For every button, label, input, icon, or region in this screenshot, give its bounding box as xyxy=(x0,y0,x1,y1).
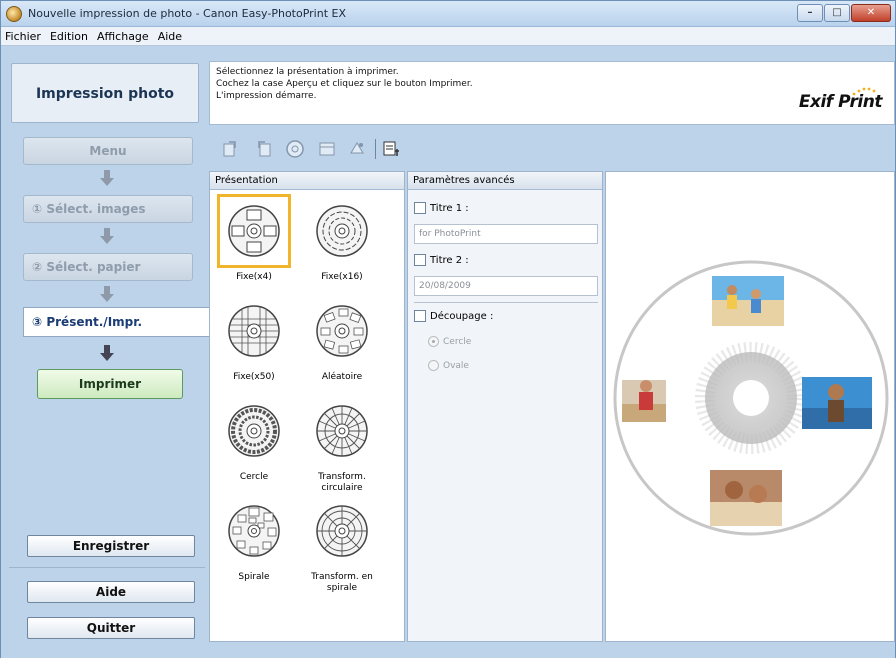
close-icon: ✕ xyxy=(866,7,876,18)
layout-fixed-x4[interactable]: Fixe(x4) xyxy=(214,194,294,294)
window-title: Nouvelle impression de photo - Canon Eas… xyxy=(28,7,347,20)
sidebar-divider xyxy=(9,567,205,568)
app-icon xyxy=(6,6,22,22)
crop-option-label: Ovale xyxy=(443,360,469,371)
layout-circular-transform-icon xyxy=(316,405,368,457)
layout-fixed-x16[interactable]: Fixe(x16) xyxy=(302,194,382,294)
instructions-panel: Sélectionnez la présentation à imprimer.… xyxy=(209,61,895,125)
layout-spiral-transform-icon xyxy=(316,505,368,557)
layout-fixed-x16-icon xyxy=(316,205,368,257)
quit-button[interactable]: Quitter xyxy=(27,617,195,639)
save-button[interactable]: Enregistrer xyxy=(27,535,195,557)
layout-fixed-x50[interactable]: Fixe(x50) xyxy=(214,294,294,394)
star-effect-icon[interactable] xyxy=(347,139,367,159)
layout-fixed-x50-icon xyxy=(228,305,280,357)
title-bar: Nouvelle impression de photo - Canon Eas… xyxy=(1,1,895,27)
advanced-settings-panel: Paramètres avancés Titre 1 : for PhotoPr… xyxy=(407,171,603,642)
menu-edition[interactable]: Edition xyxy=(50,30,88,43)
disc-preview xyxy=(613,260,889,536)
arrow-down-icon xyxy=(100,345,114,361)
crop-checkbox[interactable] xyxy=(414,310,426,322)
instruction-line: Sélectionnez la présentation à imprimer. xyxy=(216,67,399,77)
crop-option-label: Cercle xyxy=(443,336,472,347)
title1-label: Titre 1 : xyxy=(430,202,469,214)
layout-label: Transform. circulaire xyxy=(318,472,366,493)
layout-fixed-x4-icon xyxy=(228,205,280,257)
rotate-left-icon[interactable] xyxy=(221,139,241,159)
layout-label: Fixe(x50) xyxy=(233,372,275,382)
arrow-down-icon xyxy=(100,286,114,302)
sidebar: Impression photo Menu ① Sélect. images ②… xyxy=(5,49,209,652)
title2-label: Titre 2 : xyxy=(430,254,469,266)
toolbar-divider xyxy=(375,139,376,159)
layout-circular-transform[interactable]: Transform. circulaire xyxy=(302,394,382,494)
main-area: Sélectionnez la présentation à imprimer.… xyxy=(209,61,895,652)
minimize-icon: – xyxy=(807,7,813,18)
photo-right xyxy=(802,377,872,429)
menu-aide[interactable]: Aide xyxy=(158,30,182,43)
close-button[interactable]: ✕ xyxy=(851,4,891,22)
layout-random[interactable]: Aléatoire xyxy=(302,294,382,394)
rotate-right-icon[interactable] xyxy=(253,139,273,159)
app-window: Nouvelle impression de photo - Canon Eas… xyxy=(0,0,896,658)
layout-circle-icon xyxy=(228,405,280,457)
arrow-down-icon xyxy=(100,170,114,186)
crop-label: Découpage : xyxy=(430,310,494,322)
layout-label: Fixe(x16) xyxy=(321,272,363,282)
maximize-icon: □ xyxy=(832,7,842,18)
layout-spiral[interactable]: Spirale xyxy=(214,494,294,594)
layout-label: Transform. en spirale xyxy=(311,572,373,593)
layout-label: Aléatoire xyxy=(321,372,363,382)
menu-fichier[interactable]: Fichier xyxy=(5,30,41,43)
advanced-settings-header: Paramètres avancés xyxy=(408,172,602,190)
radio-oval[interactable] xyxy=(428,360,439,371)
print-settings-icon[interactable] xyxy=(381,139,401,159)
title1-checkbox-row[interactable]: Titre 1 : xyxy=(414,202,469,214)
step-layout-print[interactable]: ③ Présent./Impr. xyxy=(23,307,209,337)
photo-bottom xyxy=(710,470,782,526)
instruction-line: L'impression démarre. xyxy=(216,91,317,101)
crop-option-oval[interactable]: Ovale xyxy=(428,360,469,371)
crop-option-circle[interactable]: Cercle xyxy=(428,336,471,347)
title1-checkbox[interactable] xyxy=(414,202,426,214)
window-controls: – □ ✕ xyxy=(796,4,891,22)
menu-affichage[interactable]: Affichage xyxy=(97,30,149,43)
presentation-panel: Présentation Fixe(x4) Fixe(x16) Fixe(x50… xyxy=(209,171,405,642)
layout-label: Cercle xyxy=(239,472,269,482)
sidebar-header: Impression photo xyxy=(11,63,199,123)
minimize-button[interactable]: – xyxy=(797,4,823,22)
crop-checkbox-row[interactable]: Découpage : xyxy=(414,310,493,322)
help-button[interactable]: Aide xyxy=(27,581,195,603)
arrow-down-icon xyxy=(100,228,114,244)
title2-field[interactable]: 20/08/2009 xyxy=(414,276,598,296)
disc-center-hole xyxy=(733,380,769,416)
status-bar xyxy=(1,652,895,658)
layout-random-icon xyxy=(316,305,368,357)
step-select-images[interactable]: ① Sélect. images xyxy=(23,195,193,223)
layout-spiral-icon xyxy=(228,505,280,557)
title2-checkbox-row[interactable]: Titre 2 : xyxy=(414,254,469,266)
menu-bar: Fichier Edition Affichage Aide xyxy=(1,27,895,46)
menu-button[interactable]: Menu xyxy=(23,137,193,165)
step-select-paper[interactable]: ② Sélect. papier xyxy=(23,253,193,281)
photo-top xyxy=(712,276,784,326)
layout-label: Fixe(x4) xyxy=(236,272,272,282)
title1-field[interactable]: for PhotoPrint xyxy=(414,224,598,244)
advanced-divider xyxy=(414,302,598,303)
toolbar xyxy=(209,129,895,169)
layout-label: Spirale xyxy=(238,572,270,582)
disc-icon[interactable] xyxy=(285,139,305,159)
layout-spiral-transform[interactable]: Transform. en spirale xyxy=(302,494,382,594)
print-button[interactable]: Imprimer xyxy=(37,369,183,399)
preview-panel xyxy=(605,171,895,642)
exif-print-logo: Exif Print xyxy=(798,92,883,112)
layout-circle[interactable]: Cercle xyxy=(214,394,294,494)
maximize-button[interactable]: □ xyxy=(824,4,850,22)
grid-icon[interactable] xyxy=(317,139,337,159)
photo-left xyxy=(622,380,666,422)
presentation-header: Présentation xyxy=(210,172,404,190)
radio-circle[interactable] xyxy=(428,336,439,347)
instruction-line: Cochez la case Aperçu et cliquez sur le … xyxy=(216,79,473,89)
title2-checkbox[interactable] xyxy=(414,254,426,266)
